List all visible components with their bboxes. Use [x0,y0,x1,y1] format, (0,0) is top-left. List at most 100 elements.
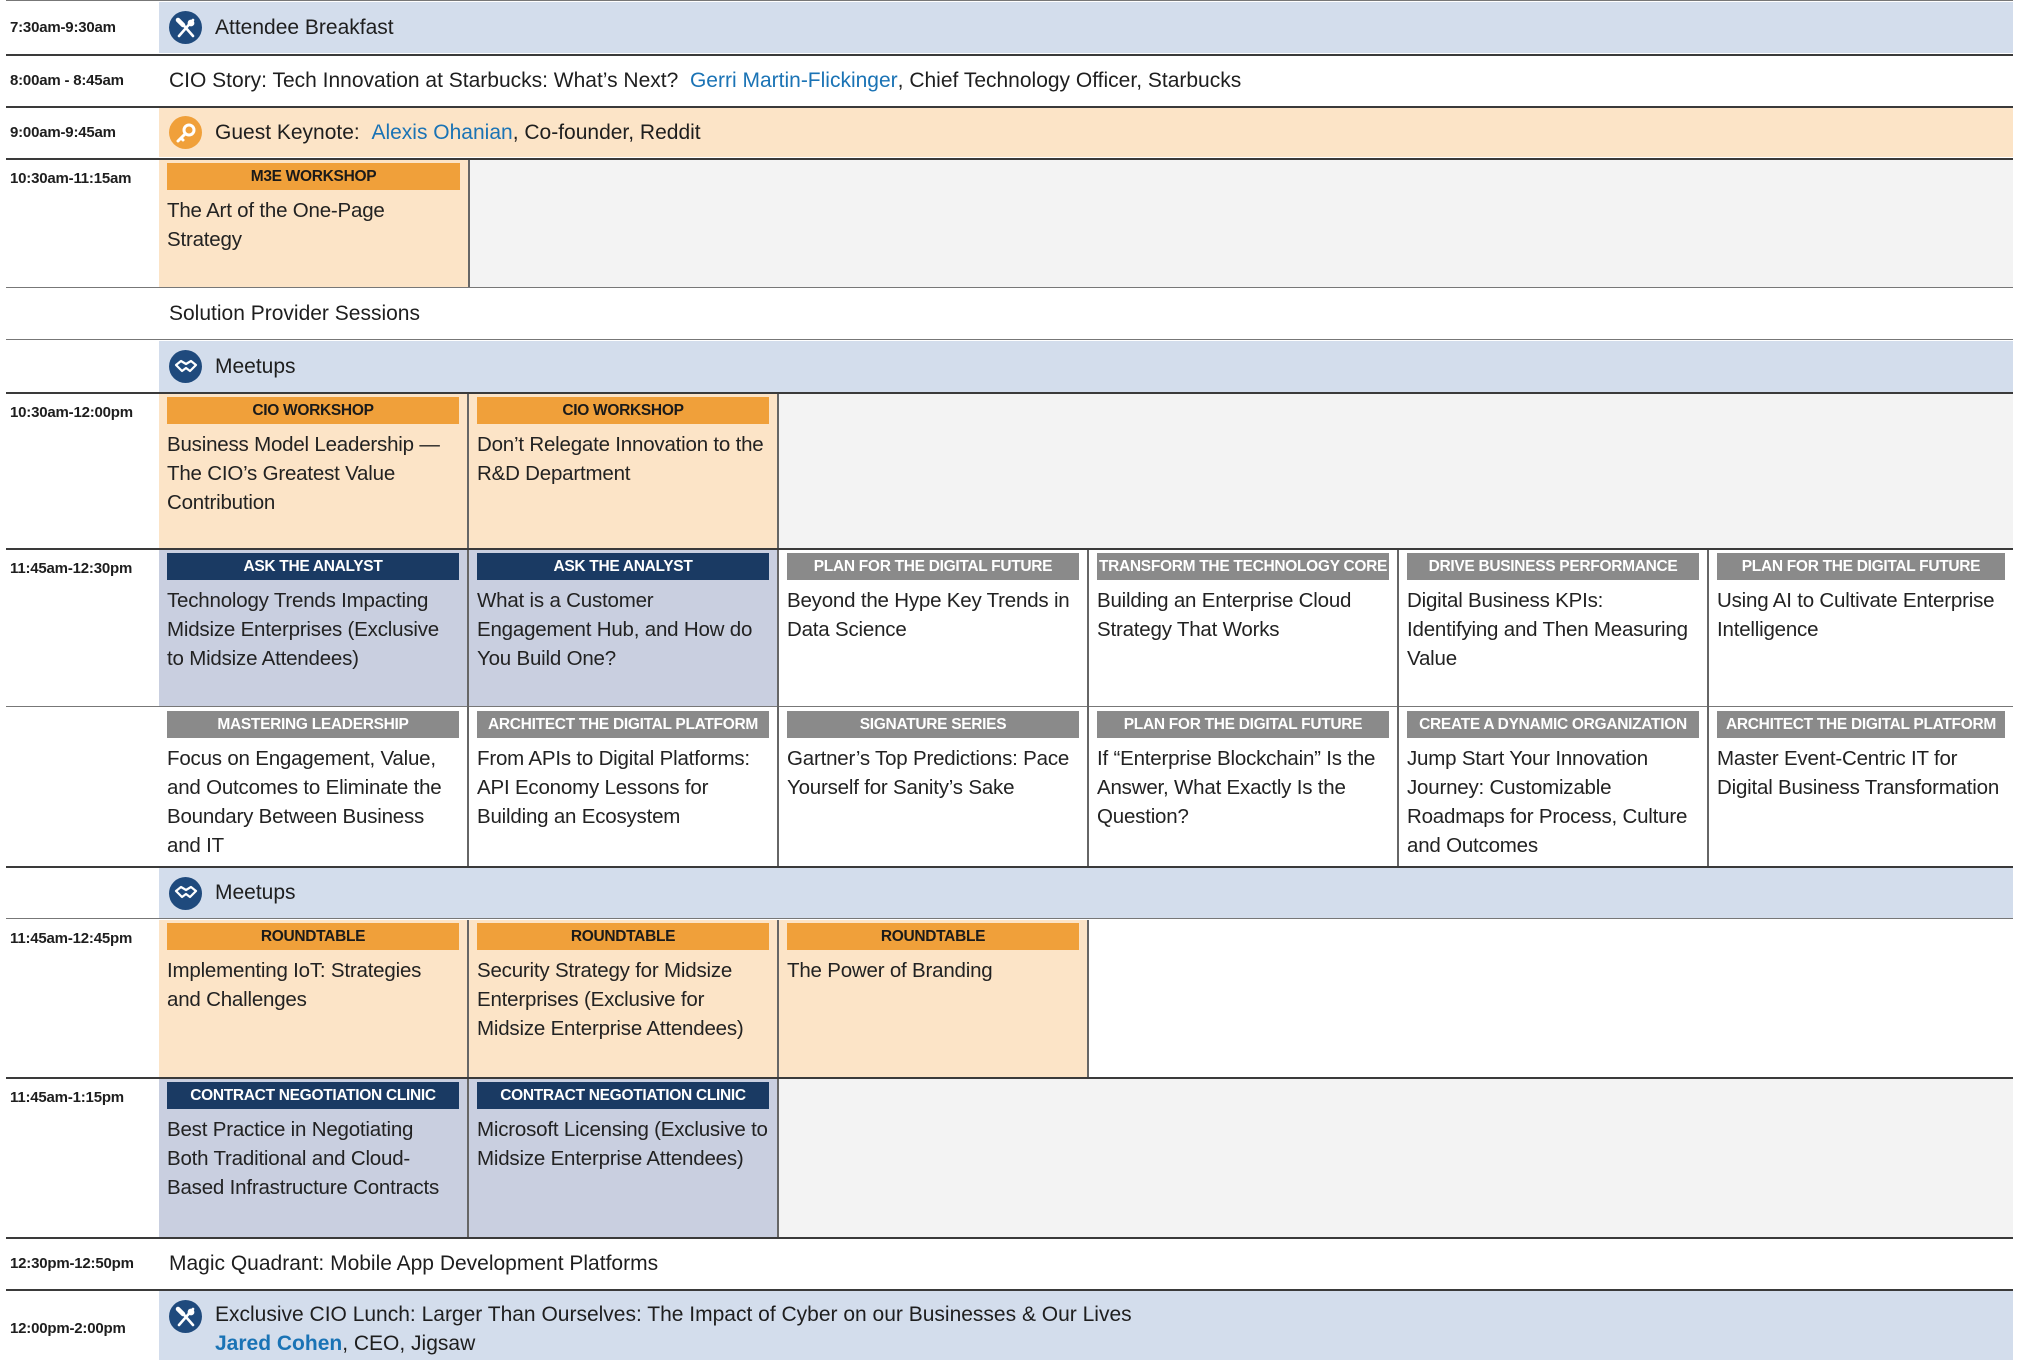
column-divider [468,160,470,287]
time-slot: 11:45am-1:15pm [10,1089,124,1106]
track-label: ROUNDTABLE [787,923,1079,950]
session-card[interactable]: DRIVE BUSINESS PERFORMANCE Digital Busin… [1399,550,1707,706]
session-card[interactable]: ASK THE ANALYST Technology Trends Impact… [159,550,467,706]
speaker-role: , Co-founder, Reddit [512,120,701,144]
column-divider [467,550,469,866]
session-card[interactable]: CONTRACT NEGOTIATION CLINIC Microsoft Li… [469,1079,777,1237]
session-title[interactable]: Exclusive CIO Lunch: Larger Than Ourselv… [215,1300,1132,1329]
session-card[interactable]: CONTRACT NEGOTIATION CLINIC Best Practic… [159,1079,467,1237]
track-label: CREATE A DYNAMIC ORGANIZATION [1407,711,1699,738]
handshake-icon [169,350,202,383]
session-title: Security Strategy for Midsize Enterprise… [477,959,744,1040]
session-card[interactable]: ARCHITECT THE DIGITAL PLATFORM From APIs… [469,708,777,866]
session-card[interactable]: TRANSFORM THE TECHNOLOGY CORE Building a… [1089,550,1397,706]
track-label: CONTRACT NEGOTIATION CLINIC [167,1082,459,1109]
track-label: ROUNDTABLE [167,923,459,950]
column-divider [1707,550,1709,866]
session-card[interactable]: ASK THE ANALYST What is a Customer Engag… [469,550,777,706]
session-card[interactable]: MASTERING LEADERSHIP Focus on Engagement… [159,708,467,866]
session-card[interactable]: ROUNDTABLE The Power of Branding [779,920,1087,1077]
session-title[interactable]: Meetups [215,355,296,379]
session-title: From APIs to Digital Platforms: API Econ… [477,747,750,828]
session-title[interactable]: Magic Quadrant: Mobile App Development P… [169,1252,658,1276]
time-slot: 12:00pm-2:00pm [10,1320,126,1337]
track-label: PLAN FOR THE DIGITAL FUTURE [787,553,1079,580]
divider [6,339,2013,340]
column-divider [467,920,469,1077]
divider [6,706,2013,707]
session-title: Business Model Leadership — The CIO’s Gr… [167,433,440,514]
speaker-role: , CEO, Jigsaw [342,1332,476,1355]
session-title[interactable]: Meetups [215,881,296,905]
magic-quadrant-row: Magic Quadrant: Mobile App Development P… [159,1239,2013,1289]
time-slot: 10:30am-11:15am [10,170,132,187]
track-label: ROUNDTABLE [477,923,769,950]
session-title[interactable]: CIO Story: Tech Innovation at Starbucks:… [169,69,678,93]
speaker-link[interactable]: Jared Cohen [215,1332,342,1355]
session-title: Attendee Breakfast [215,15,394,39]
speaker-role: , Chief Technology Officer, Starbucks [897,68,1242,92]
session-card[interactable]: M3E WORKSHOP The Art of the One-Page Str… [159,160,468,287]
solution-provider-row: Solution Provider Sessions [159,289,2013,339]
time-slot: 11:45am-12:30pm [10,560,133,577]
session-title: Implementing IoT: Strategies and Challen… [167,959,422,1011]
track-label: M3E WORKSHOP [167,163,460,190]
column-divider [777,394,779,548]
session-card[interactable]: PLAN FOR THE DIGITAL FUTURE If “Enterpri… [1089,708,1397,866]
fork-knife-icon [169,1300,202,1333]
keynote-band: Guest Keynote: Alexis Ohanian , Co-found… [159,108,2013,157]
track-label: TRANSFORM THE TECHNOLOGY CORE [1097,553,1389,580]
session-title: Beyond the Hype Key Trends in Data Scien… [787,589,1070,641]
track-label: CIO WORKSHOP [167,397,459,424]
column-divider [1087,920,1089,1077]
column-divider [777,550,779,866]
agenda-schedule: 7:30am-9:30am Attendee Breakfast 8:00am … [0,0,2019,1360]
track-label: MASTERING LEADERSHIP [167,711,459,738]
column-divider [1397,550,1399,866]
session-card[interactable]: CIO WORKSHOP Business Model Leadership —… [159,394,467,548]
session-title: Digital Business KPIs: Identifying and T… [1407,589,1688,670]
track-label: DRIVE BUSINESS PERFORMANCE [1407,553,1699,580]
session-title: Jump Start Your Innovation Journey: Cust… [1407,747,1688,857]
time-slot: 10:30am-12:00pm [10,404,133,421]
track-label: CONTRACT NEGOTIATION CLINIC [477,1082,769,1109]
session-card[interactable]: PLAN FOR THE DIGITAL FUTURE Beyond the H… [779,550,1087,706]
session-title: If “Enterprise Blockchain” Is the Answer… [1097,747,1376,828]
lunch-text: Exclusive CIO Lunch: Larger Than Ourselv… [215,1300,1132,1358]
column-divider [1087,550,1089,866]
session-card[interactable]: SIGNATURE SERIES Gartner’s Top Predictio… [779,708,1087,866]
key-icon [169,116,202,149]
time-slot: 12:30pm-12:50pm [10,1255,134,1272]
lunch-speaker-line: Jared Cohen, CEO, Jigsaw [215,1329,1132,1358]
track-label: CIO WORKSHOP [477,397,769,424]
column-divider [467,1079,469,1237]
time-slot: 9:00am-9:45am [10,124,116,141]
handshake-icon [169,876,202,910]
session-card[interactable]: ROUNDTABLE Implementing IoT: Strategies … [159,920,467,1077]
column-divider [777,1079,779,1237]
speaker-link[interactable]: Gerri Martin-Flickinger [690,69,898,93]
track-label: SIGNATURE SERIES [787,711,1079,738]
column-divider [777,920,779,1077]
divider [6,287,2013,288]
track-label: PLAN FOR THE DIGITAL FUTURE [1717,553,2005,580]
session-card[interactable]: ARCHITECT THE DIGITAL PLATFORM Master Ev… [1709,708,2013,866]
time-slot: 11:45am-12:45pm [10,930,133,947]
session-card[interactable]: CREATE A DYNAMIC ORGANIZATION Jump Start… [1399,708,1707,866]
session-card[interactable]: CIO WORKSHOP Don’t Relegate Innovation t… [469,394,777,548]
meetups-band: Meetups [159,341,2013,392]
speaker-link[interactable]: Alexis Ohanian [371,121,512,145]
time-slot: 7:30am-9:30am [10,19,116,36]
track-label: ASK THE ANALYST [477,553,769,580]
session-title: Using AI to Cultivate Enterprise Intelli… [1717,589,1995,641]
session-title[interactable]: Solution Provider Sessions [169,302,420,326]
empty-slot [779,394,2013,548]
session-card[interactable]: ROUNDTABLE Security Strategy for Midsize… [469,920,777,1077]
session-title: The Art of the One-Page Strategy [167,199,385,251]
session-card[interactable]: PLAN FOR THE DIGITAL FUTURE Using AI to … [1709,550,2013,706]
session-title: Master Event-Centric IT for Digital Busi… [1717,747,2000,799]
breakfast-band: Attendee Breakfast [159,2,2013,53]
session-title: Don’t Relegate Innovation to the R&D Dep… [477,433,764,485]
keynote-prefix: Guest Keynote: [215,120,360,144]
column-divider [467,394,469,548]
